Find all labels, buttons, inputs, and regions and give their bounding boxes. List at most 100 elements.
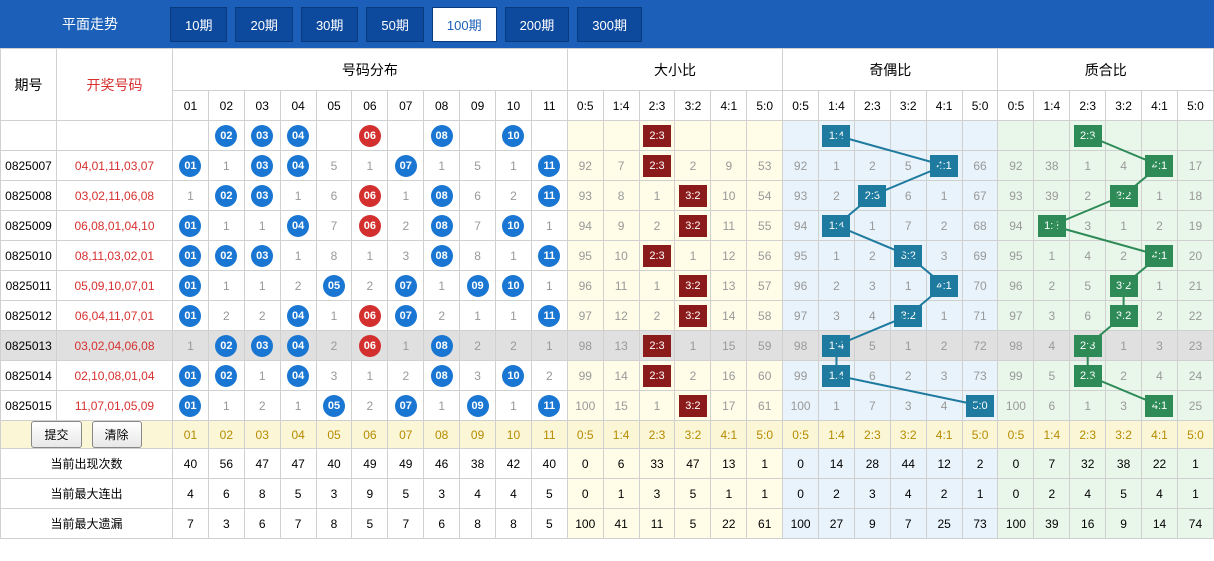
ball-icon: 11: [538, 155, 560, 177]
ball-icon: 01: [179, 215, 201, 237]
issue-cell: 0825015: [1, 391, 57, 421]
col-qo: 奇偶比: [783, 49, 998, 91]
ball-icon: 01: [179, 305, 201, 327]
ball-icon: 04: [287, 365, 309, 387]
ball-icon: 04: [287, 305, 309, 327]
ball-icon: 06: [359, 305, 381, 327]
period-tab[interactable]: 10期: [170, 7, 227, 42]
ball-icon: 07: [395, 275, 417, 297]
table-row: 082501402,10,08,01,040102104312083102991…: [1, 361, 1214, 391]
ball-icon: 02: [215, 365, 237, 387]
ratio-col: 0:5: [783, 91, 819, 121]
ball-icon: 07: [395, 395, 417, 417]
col-dist: 号码分布: [173, 49, 568, 91]
num-col: 08: [424, 91, 460, 121]
ratio-badge: 2:3: [643, 245, 671, 267]
stat-row: 当前最大连出46853953445013511023421024541: [1, 479, 1214, 509]
nums-cell: 03,02,11,06,08: [57, 181, 173, 211]
table-row: 082500704,01,11,03,070110304510715111927…: [1, 151, 1214, 181]
table-row: 0203040608102:31:42:3: [1, 121, 1214, 151]
ratio-col: 2:3: [639, 91, 675, 121]
stat-label: 当前最大遗漏: [1, 509, 173, 539]
period-tab[interactable]: 20期: [235, 7, 292, 42]
table-row: 082501206,04,11,07,010122041060721111971…: [1, 301, 1214, 331]
ball-icon: 09: [467, 275, 489, 297]
ratio-badge: 4:1: [930, 155, 958, 177]
ratio-col: 5:0: [962, 91, 998, 121]
ratio-col: 3:2: [890, 91, 926, 121]
num-col: 05: [316, 91, 352, 121]
num-col: 02: [208, 91, 244, 121]
nums-cell: 06,08,01,04,10: [57, 211, 173, 241]
period-tab[interactable]: 30期: [301, 7, 358, 42]
ratio-badge: 3:2: [1110, 305, 1138, 327]
ratio-col: 4:1: [1142, 91, 1178, 121]
ratio-badge: 3:2: [679, 395, 707, 417]
ratio-col: 5:0: [1177, 91, 1213, 121]
ratio-col: 1:4: [603, 91, 639, 121]
nums-cell: 03,02,04,06,08: [57, 331, 173, 361]
ratio-badge: 3:2: [894, 305, 922, 327]
nums-cell: 05,09,10,07,01: [57, 271, 173, 301]
ratio-col: 3:2: [675, 91, 711, 121]
table-row: 082501008,11,03,02,010102031813088111951…: [1, 241, 1214, 271]
nums-cell: 06,04,11,07,01: [57, 301, 173, 331]
ratio-badge: 3:2: [679, 215, 707, 237]
ratio-badge: 1:4: [822, 215, 850, 237]
ratio-badge: 3:2: [679, 305, 707, 327]
ratio-badge: 3:2: [679, 185, 707, 207]
ball-icon: 03: [251, 335, 273, 357]
trend-table: 期号 开奖号码 号码分布 大小比 奇偶比 质合比 010203040506070…: [0, 48, 1214, 539]
ball-icon: 11: [538, 305, 560, 327]
ball-icon: 01: [179, 245, 201, 267]
ratio-badge: 2:3: [643, 155, 671, 177]
ball-icon: 02: [215, 185, 237, 207]
table-row: 082500906,08,01,04,100111047062087101949…: [1, 211, 1214, 241]
ratio-badge: 2:3: [858, 185, 886, 207]
ratio-badge: 1:4: [822, 365, 850, 387]
ball-icon: 07: [395, 305, 417, 327]
col-zh: 质合比: [998, 49, 1214, 91]
ball-icon: 01: [179, 275, 201, 297]
stat-row: 当前最大遗漏7367857688510041115226110027972573…: [1, 509, 1214, 539]
ball-icon: 02: [215, 245, 237, 267]
ball-icon: 06: [359, 215, 381, 237]
ball-icon: 09: [467, 395, 489, 417]
period-tab[interactable]: 100期: [432, 7, 497, 42]
ratio-col: 5:0: [747, 91, 783, 121]
submit-button[interactable]: 提交: [31, 421, 81, 448]
ball-icon: 08: [431, 365, 453, 387]
issue-cell: 0825012: [1, 301, 57, 331]
period-tabs: 10期20期 30期50期 100期200期300期: [170, 7, 642, 42]
num-col: 01: [173, 91, 209, 121]
ratio-col: 1:4: [1034, 91, 1070, 121]
issue-cell: 0825011: [1, 271, 57, 301]
ball-icon: 06: [359, 335, 381, 357]
ball-icon: 01: [179, 365, 201, 387]
ball-icon: 04: [287, 215, 309, 237]
ball-icon: 03: [251, 245, 273, 267]
ratio-badge: 1:4: [1038, 215, 1066, 237]
summary-row: 提交清除01020304050607080910110:51:42:33:24:…: [1, 421, 1214, 449]
ratio-badge: 4:1: [1145, 395, 1173, 417]
ball-icon: 04: [287, 335, 309, 357]
period-tab[interactable]: 200期: [505, 7, 570, 42]
period-tab[interactable]: 50期: [366, 7, 423, 42]
ball-icon: 03: [251, 185, 273, 207]
period-tab[interactable]: 300期: [577, 7, 642, 42]
ratio-col: 0:5: [998, 91, 1034, 121]
ball-icon: 10: [502, 275, 524, 297]
clear-button[interactable]: 清除: [92, 421, 142, 448]
ratio-col: 2:3: [1070, 91, 1106, 121]
ratio-col: 4:1: [711, 91, 747, 121]
ratio-badge: 3:2: [1110, 185, 1138, 207]
ratio-badge: 4:1: [1145, 155, 1173, 177]
ball-icon: 05: [323, 395, 345, 417]
stat-row: 当前出现次数4056474740494946384240063347131014…: [1, 449, 1214, 479]
issue-cell: 0825008: [1, 181, 57, 211]
num-col: 11: [531, 91, 567, 121]
ratio-col: 2:3: [854, 91, 890, 121]
stat-label: 当前最大连出: [1, 479, 173, 509]
ball-icon: 11: [538, 395, 560, 417]
ball-icon: 05: [323, 275, 345, 297]
